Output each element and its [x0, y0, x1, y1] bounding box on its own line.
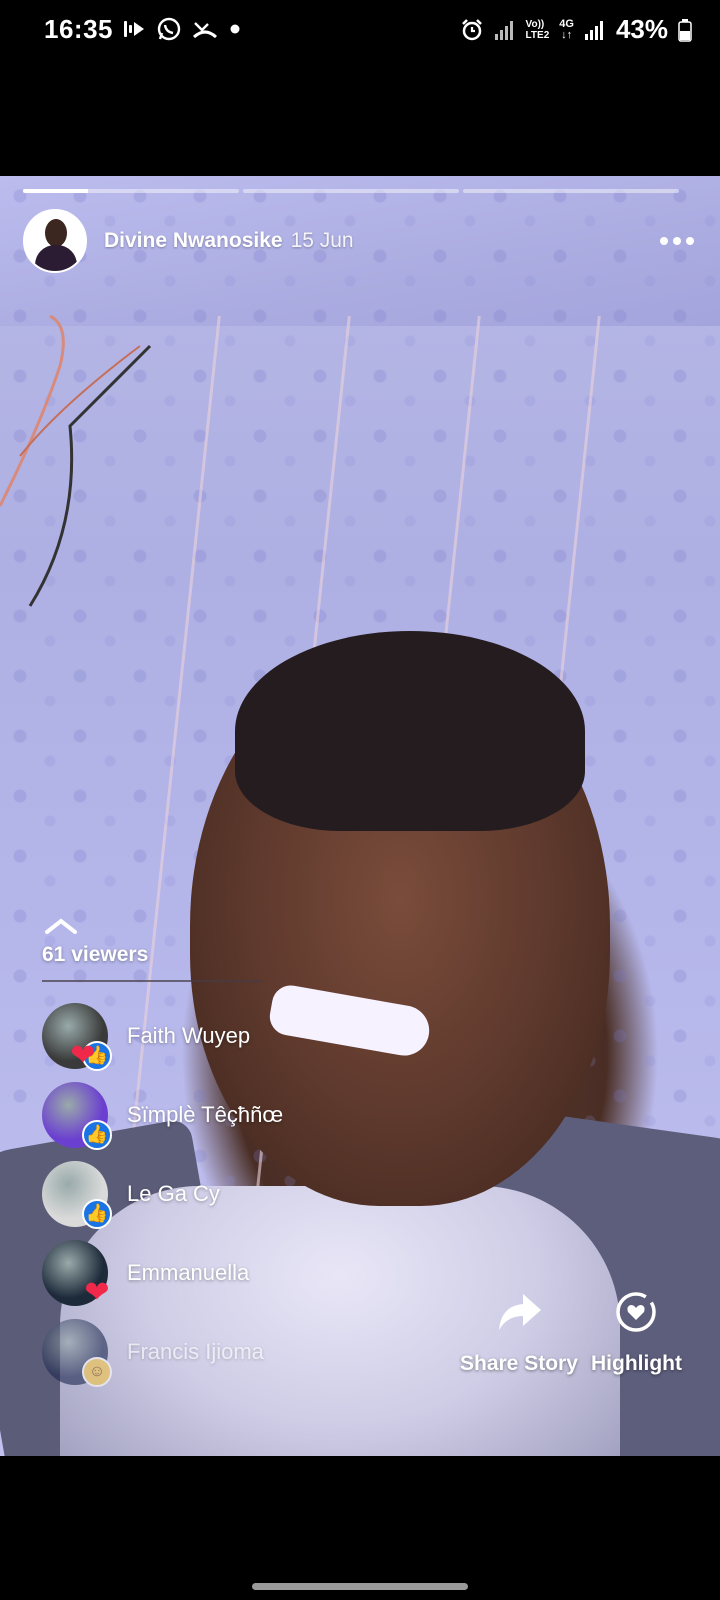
network-type: 4G ↓↑: [559, 17, 574, 41]
viewer-list: 👍 ❤ Faith Wuyep 👍 Sïmplè Têçħñœ 👍 Le Ga Cy ❤ Emm…: [42, 996, 442, 1391]
data-arrows-icon: ↓↑: [561, 28, 573, 41]
more-dot-icon: [686, 237, 694, 245]
signal-icon: [584, 20, 603, 40]
author-name[interactable]: Divine Nwanosike: [104, 229, 283, 253]
viewer-avatar[interactable]: ❤: [42, 1239, 110, 1309]
avatar-body: [35, 245, 77, 271]
network-type-label: 4G: [559, 17, 574, 30]
whatsapp-icon: [157, 17, 181, 41]
viewer-row[interactable]: 👍 ❤ Faith Wuyep: [42, 996, 442, 1075]
status-bar: 16:35 Vo)) LTE2 4G ↓↑ 43%: [0, 0, 720, 64]
chevron-up-icon[interactable]: [44, 916, 78, 936]
more-dot-icon: [660, 237, 668, 245]
viewer-row[interactable]: ☺ Francis Ijioma: [42, 1312, 442, 1391]
haha-reaction-icon: ☺: [82, 1356, 112, 1387]
dot-icon: [230, 24, 240, 34]
media-icon: [124, 21, 144, 37]
share-icon: [498, 1294, 541, 1330]
viewer-avatar[interactable]: 👍: [42, 1081, 112, 1150]
volte-label: Vo)): [525, 18, 545, 30]
viewer-name: Faith Wuyep: [127, 1022, 251, 1048]
share-story-label: Share Story: [460, 1352, 578, 1375]
viewer-row[interactable]: 👍 Sïmplè Têçħñœ: [42, 1075, 442, 1154]
viewer-row[interactable]: ❤ Emmanuella: [42, 1233, 442, 1312]
viewer-name: Sïmplè Têçħñœ: [127, 1101, 284, 1127]
love-reaction-icon: ❤: [70, 1039, 96, 1072]
gesture-nav-bar[interactable]: [252, 1583, 468, 1590]
highlight-icon: [616, 1292, 657, 1332]
status-time: 16:35: [44, 14, 113, 44]
viewer-name: Emmanuella: [127, 1259, 250, 1285]
lte-label: LTE2: [525, 29, 550, 41]
story-viewer[interactable]: Divine Nwanosike 15 Jun 61 viewers 👍 ❤ Fai…: [0, 176, 720, 1456]
status-right: Vo)) LTE2 4G ↓↑ 43%: [460, 14, 692, 45]
network-label: Vo)) LTE2: [526, 19, 550, 41]
highlight-label: Highlight: [591, 1352, 682, 1375]
wires-image: [0, 314, 152, 607]
subject-hair: [235, 631, 585, 831]
like-reaction-icon: 👍: [82, 1198, 112, 1229]
notification-icons: [122, 16, 242, 42]
author-avatar[interactable]: [23, 209, 87, 273]
love-reaction-icon: ❤: [84, 1276, 110, 1309]
highlight-button[interactable]: Highlight: [591, 1290, 682, 1376]
missed-call-icon: [192, 22, 218, 39]
viewer-avatar[interactable]: ☺: [42, 1318, 112, 1387]
battery-percent: 43%: [615, 14, 668, 44]
progress-segment: [23, 189, 239, 193]
like-reaction-icon: 👍: [82, 1119, 112, 1150]
viewer-avatar[interactable]: 👍 ❤: [42, 1002, 112, 1072]
viewer-avatar[interactable]: 👍: [42, 1160, 112, 1229]
signal-icon: [494, 20, 513, 40]
viewer-name: Le Ga Cy: [127, 1180, 220, 1206]
avatar-face: [45, 219, 67, 247]
alarm-icon: [461, 18, 482, 40]
viewers-divider: [42, 980, 262, 982]
viewers-count[interactable]: 61 viewers: [42, 943, 148, 967]
progress-segment: [463, 189, 679, 193]
viewer-row[interactable]: 👍 Le Ga Cy: [42, 1154, 442, 1233]
story-progress-bar: [23, 189, 679, 193]
battery-icon: [678, 18, 692, 42]
progress-fill: [23, 189, 88, 193]
story-date: 15 Jun: [290, 229, 354, 252]
progress-segment: [243, 189, 459, 193]
viewer-name: Francis Ijioma: [127, 1338, 264, 1364]
share-story-button[interactable]: Share Story: [460, 1290, 578, 1376]
story-header: Divine Nwanosike 15 Jun: [23, 208, 697, 274]
more-options-button[interactable]: [657, 226, 697, 256]
more-dot-icon: [673, 237, 681, 245]
